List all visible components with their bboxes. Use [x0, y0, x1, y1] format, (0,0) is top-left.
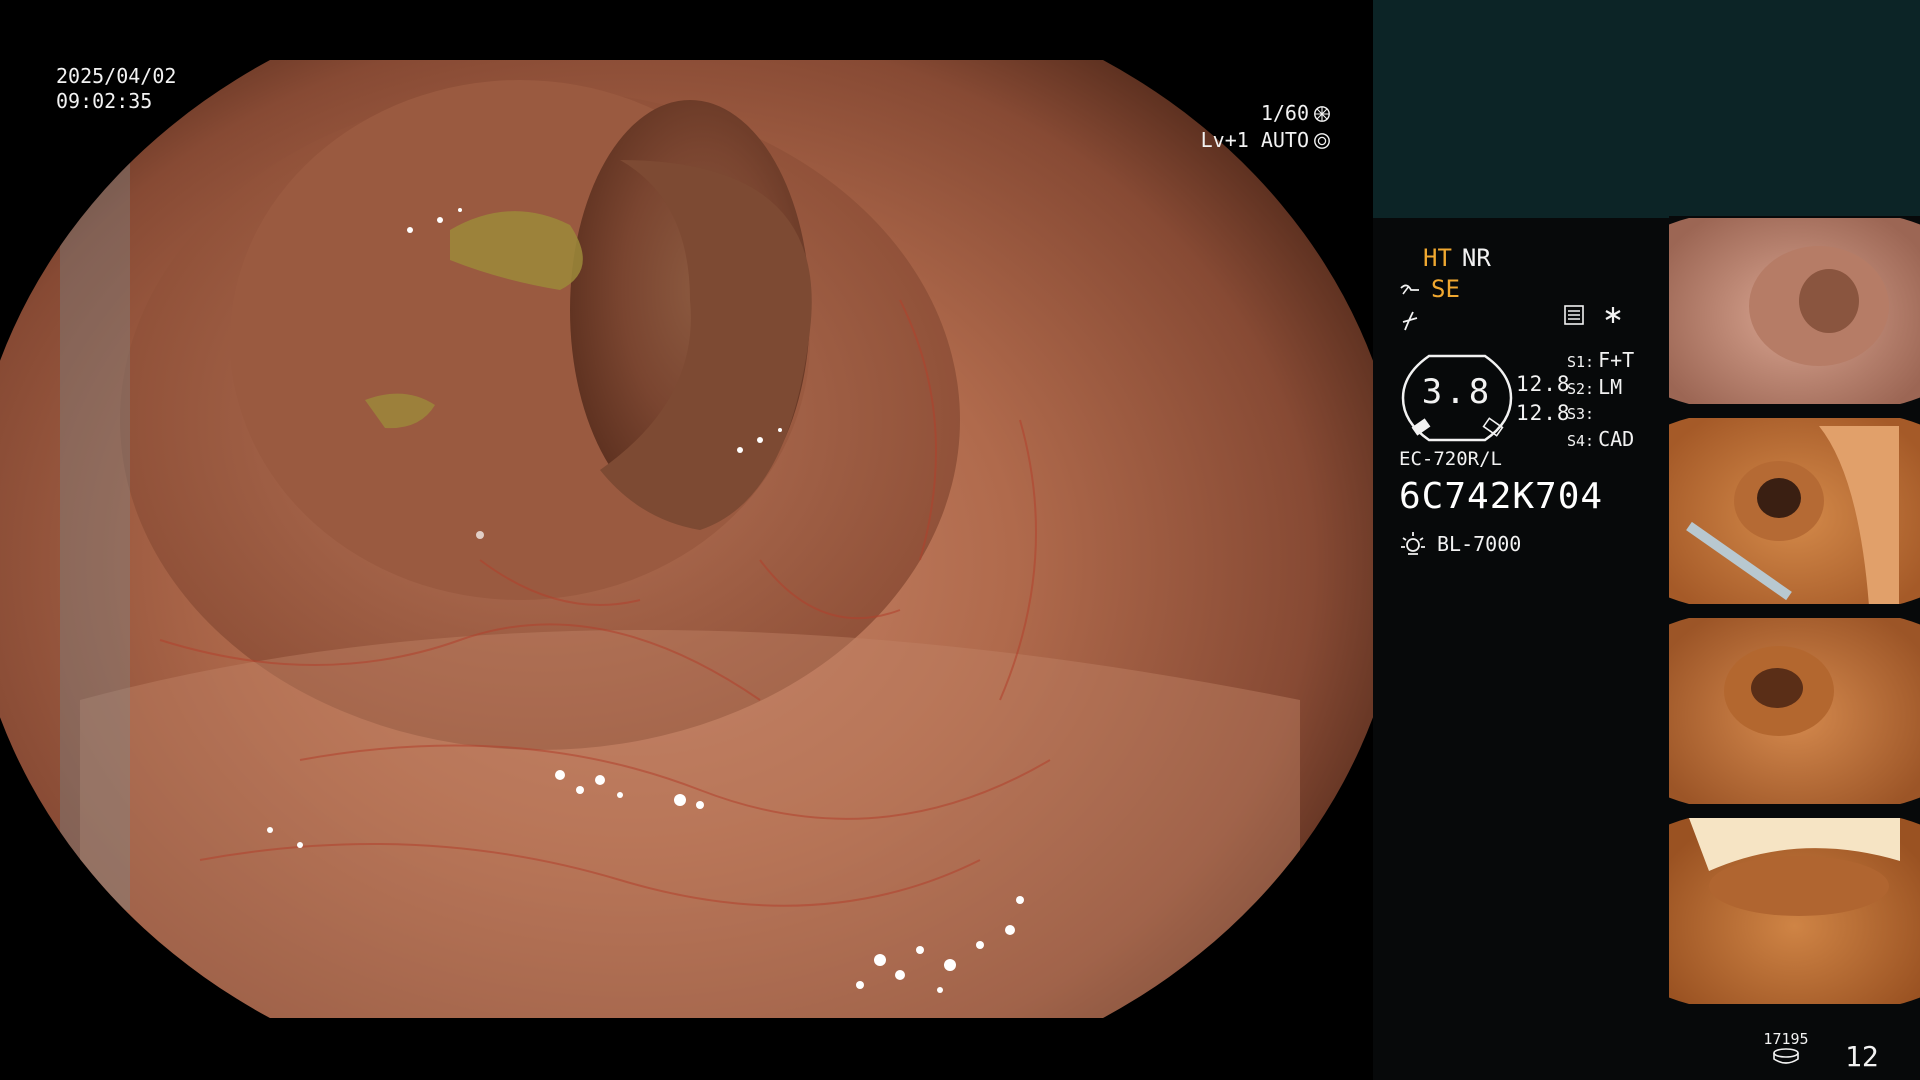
setting-row-s1: S1: F+T: [1567, 348, 1634, 375]
storage-icon: [1773, 1048, 1799, 1064]
thumbnail-image: [1669, 618, 1920, 804]
asterisk-icon: [1605, 307, 1621, 323]
auto-iris-icon: [1314, 132, 1330, 149]
info-panel: HT NR SE 3.8 12.8 12.8 S1: F+T S2: LM S3…: [1373, 0, 1920, 1080]
menu-icon: [1564, 305, 1584, 325]
aperture-icon: [1314, 105, 1330, 122]
setting-label: S4:: [1567, 432, 1595, 450]
scope-icon: [1400, 284, 1419, 294]
setting-value: F+T: [1598, 348, 1635, 372]
mode-ht: HT: [1423, 244, 1452, 272]
mode-nr: NR: [1461, 244, 1491, 272]
setting-label: S3:: [1567, 405, 1595, 423]
thumbnail-image: [1669, 418, 1920, 604]
setting-label: S2:: [1567, 380, 1595, 398]
shutter-speed-text: 1/60: [1260, 101, 1309, 125]
storage-counter: 17195: [1762, 1030, 1810, 1068]
date-text: 2025/04/02: [56, 64, 177, 88]
setting-row-s4: S4: CAD: [1567, 427, 1634, 454]
setting-row-s3: S3:: [1567, 402, 1634, 427]
panel-header-area: [1373, 0, 1920, 218]
scope-model: EC-720R/L: [1399, 448, 1502, 470]
thumbnail-4[interactable]: [1669, 816, 1920, 1016]
setting-label: S1:: [1567, 353, 1595, 371]
light-source-text: BL-7000: [1437, 532, 1522, 556]
thumbnail-image: [1669, 218, 1920, 404]
exposure-mode-text: Lv+1 AUTO: [1200, 128, 1309, 152]
thumbnail-3[interactable]: [1669, 616, 1920, 816]
datetime: 2025/04/02 09:02:35: [56, 64, 176, 114]
thumbnail-2[interactable]: [1669, 416, 1920, 616]
captured-thumbnails: [1669, 216, 1920, 1016]
gauge-sub-values: 12.8 12.8: [1516, 370, 1571, 428]
thumbnail-1[interactable]: [1669, 216, 1920, 416]
utility-icons: [1563, 304, 1623, 326]
thumbnail-image: [1669, 818, 1920, 1004]
setting-value: CAD: [1598, 427, 1635, 451]
processing-modes: HT NR SE: [1399, 243, 1491, 336]
storage-count-text: 17195: [1763, 1030, 1809, 1048]
gauge-sub-top: 12.8: [1516, 372, 1571, 396]
setting-row-s2: S2: LM: [1567, 375, 1634, 402]
image-count: 12: [1845, 1040, 1879, 1073]
endoscopy-display: 2025/04/02 09:02:35 1/60 Lv+1 AUTO HT NR…: [0, 0, 1920, 1080]
scope-switch-settings: S1: F+T S2: LM S3: S4: CAD: [1567, 348, 1634, 454]
lamp-icon: [1401, 532, 1425, 555]
exposure-info: 1/60 Lv+1 AUTO: [1201, 100, 1331, 154]
gauge-value: 3.8: [1421, 372, 1493, 412]
light-source: BL-7000: [1399, 530, 1521, 558]
endoscope-main-view: 2025/04/02 09:02:35 1/60 Lv+1 AUTO: [0, 0, 1373, 1080]
pump-icon: [1402, 311, 1418, 330]
mode-se: SE: [1431, 275, 1460, 303]
scope-serial: 6C742K704: [1399, 476, 1604, 517]
time-text: 09:02:35: [56, 89, 153, 113]
colon-image: [0, 60, 1373, 1018]
gauge-sub-bottom: 12.8: [1516, 401, 1571, 425]
setting-value: LM: [1598, 375, 1623, 399]
